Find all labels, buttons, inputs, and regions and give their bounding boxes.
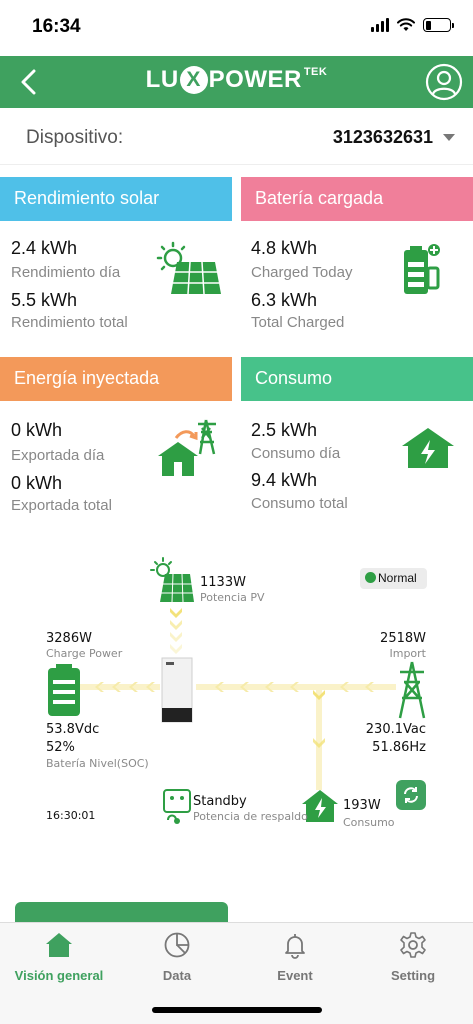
- battery-soc-value: 52%: [46, 740, 75, 755]
- refresh-icon: [404, 787, 418, 803]
- export-today-label: Exportada día: [11, 447, 105, 464]
- battery-card-header: Batería cargada: [241, 177, 473, 221]
- status-dot-icon: [365, 572, 376, 583]
- status-icons: [371, 18, 454, 32]
- flow-grid-tower-icon: [398, 661, 426, 719]
- caret-down-icon[interactable]: [443, 134, 455, 141]
- device-label: Dispositivo:: [26, 127, 124, 148]
- export-card-header: Energía inyectada: [0, 357, 232, 401]
- solar-today-label: Rendimiento día: [11, 264, 121, 281]
- consumption-power-label: Consumo: [343, 816, 395, 829]
- refresh-button[interactable]: [396, 780, 426, 810]
- bell-icon: [285, 934, 305, 959]
- consumption-total-label: Consumo total: [251, 495, 348, 512]
- grid-frequency-value: 51.86Hz: [372, 740, 426, 755]
- import-power-value: 2518W: [380, 631, 426, 646]
- battery-total-value: 6.3 kWh: [251, 290, 318, 310]
- inverter-icon: [161, 657, 193, 723]
- wifi-icon: [397, 18, 415, 31]
- battery-soc-label: Batería Nivel(SOC): [46, 757, 149, 770]
- grid-voltage-value: 230.1Vac: [365, 722, 426, 737]
- luxpower-logo: LU X POWER TEK: [145, 66, 328, 94]
- status-time: 16:34: [32, 16, 81, 37]
- solar-total-value: 5.5 kWh: [11, 290, 78, 310]
- battery-today-value: 4.8 kWh: [251, 238, 318, 258]
- battery-status-icon: [423, 18, 454, 32]
- flow-solar-panel-icon: [150, 557, 194, 603]
- charge-power-label: Charge Power: [46, 647, 123, 660]
- tab-setting-label: Setting: [390, 968, 436, 983]
- consumption-today-value: 2.5 kWh: [251, 420, 318, 440]
- app-header: LU X POWER TEK: [0, 56, 473, 108]
- export-total-label: Exportada total: [11, 497, 112, 514]
- backup-outlet-icon: [163, 789, 191, 824]
- tab-event[interactable]: Event: [240, 931, 350, 983]
- pv-power-label: Potencia PV: [200, 591, 265, 604]
- pie-chart-icon: [164, 932, 190, 958]
- solar-card-header: Rendimiento solar: [0, 177, 232, 221]
- device-selector[interactable]: Dispositivo: 3123632631: [0, 110, 473, 165]
- update-time: 16:30:01: [46, 809, 96, 822]
- tab-event-label: Event: [277, 968, 313, 983]
- home-indicator: [152, 1007, 322, 1013]
- solar-total-label: Rendimiento total: [11, 314, 128, 331]
- backup-power-label: Potencia de respaldo: [193, 810, 308, 823]
- consumption-today-label: Consumo día: [251, 445, 341, 462]
- tab-data[interactable]: Data: [122, 931, 232, 983]
- tab-overview[interactable]: Visión general: [4, 931, 114, 983]
- export-total-value: 0 kWh: [11, 473, 63, 493]
- backup-status-value: Standby: [193, 794, 247, 809]
- battery-today-label: Charged Today: [251, 264, 353, 281]
- tab-overview-label: Visión general: [14, 968, 104, 983]
- charge-power-value: 3286W: [46, 631, 92, 646]
- consumption-power-value: 193W: [343, 798, 381, 813]
- tab-data-label: Data: [162, 968, 192, 983]
- solar-panel-icon: [156, 241, 221, 295]
- gear-icon: [400, 932, 426, 958]
- consumption-total-value: 9.4 kWh: [251, 470, 318, 490]
- status-badge: Normal: [360, 568, 427, 589]
- battery-voltage-value: 53.8Vdc: [46, 722, 100, 737]
- tab-setting[interactable]: Setting: [358, 931, 468, 983]
- flow-battery-icon: [48, 664, 80, 716]
- pv-flow-arrows: [170, 608, 182, 654]
- import-power-label: Import: [389, 647, 426, 660]
- battery-charge-icon: [404, 244, 440, 294]
- status-bar: 16:34: [0, 0, 473, 56]
- consumption-card-header: Consumo: [241, 357, 473, 401]
- solar-today-value: 2.4 kWh: [11, 238, 78, 258]
- battery-total-label: Total Charged: [251, 314, 345, 331]
- home-consumption-icon: [402, 428, 454, 468]
- home-icon: [46, 933, 72, 957]
- device-value[interactable]: 3123632631: [333, 127, 433, 148]
- signal-icon: [371, 18, 389, 32]
- export-today-value: 0 kWh: [11, 420, 63, 440]
- pv-power-value: 1133W: [200, 575, 246, 590]
- profile-button[interactable]: [425, 63, 463, 101]
- export-grid-icon: [158, 419, 216, 476]
